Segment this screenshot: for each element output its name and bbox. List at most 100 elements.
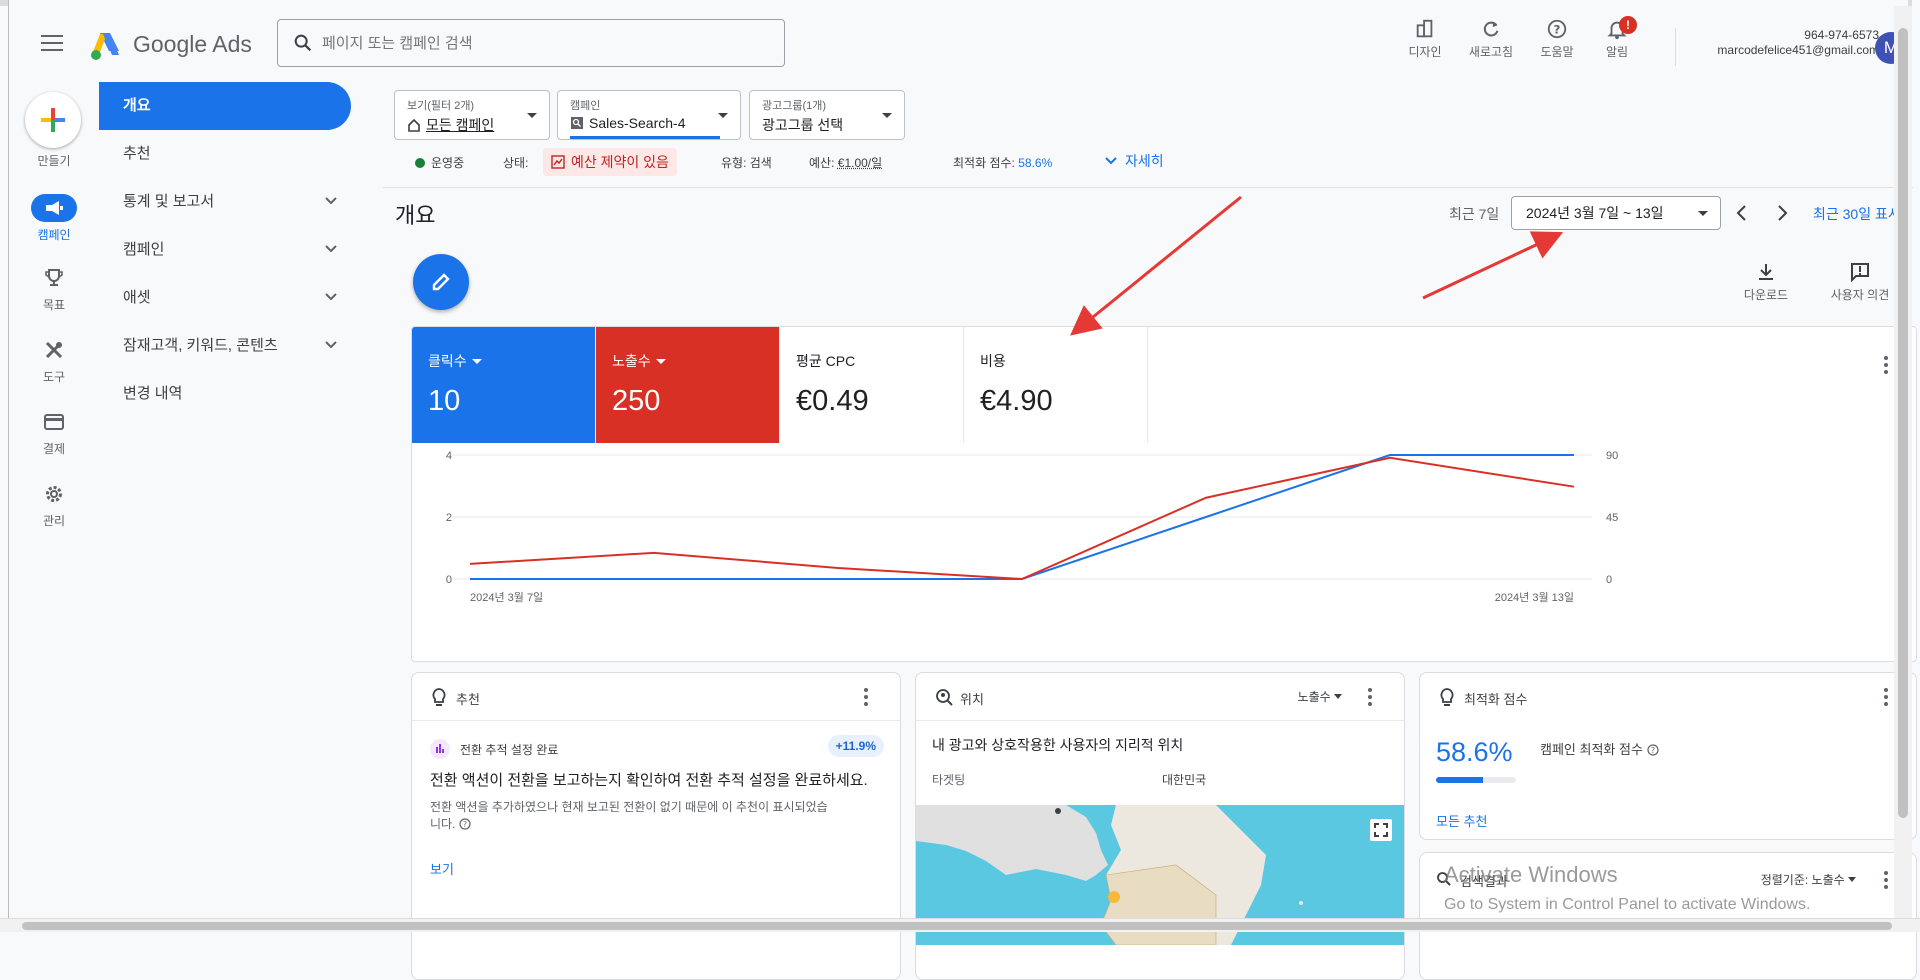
metric-clicks[interactable]: 클릭수 10 <box>412 327 596 443</box>
budget-label: 예산: <box>809 156 835 170</box>
date-range-picker[interactable]: 2024년 3월 7일 ~ 13일 <box>1511 196 1721 230</box>
rail-item-admin[interactable]: 관리 <box>9 480 99 529</box>
sort-label: 정렬기준: 노출수 <box>1760 873 1845 887</box>
feedback-button[interactable]: 사용자 의견 <box>1825 262 1895 303</box>
status-running-label: 운영중 <box>431 156 465 170</box>
svg-text:?: ? <box>463 820 467 829</box>
feedback-icon <box>1851 263 1869 282</box>
optimization-score-bar-fill <box>1436 777 1483 783</box>
nav-item-overview[interactable]: 개요 <box>99 82 351 130</box>
horizontal-scrollbar[interactable] <box>0 918 1920 932</box>
view-filter-value: 모든 캠페인 <box>426 117 495 133</box>
google-ads-app: Google Ads 디자인 새로고침 ? 도움말 알림 ! 964-974-6… <box>8 0 1917 980</box>
nav-item-insights-reports[interactable]: 통계 및 보고서 <box>99 178 351 226</box>
appearance-label: 디자인 <box>1408 45 1442 59</box>
optimization-score-card: 최적화 점수 58.6% 캠페인 최적화 점수 ? 모든 추천 <box>1419 672 1917 840</box>
limited-by-budget-chip[interactable]: 예산 제약이 있음 <box>543 148 677 176</box>
more-vert-icon[interactable] <box>1884 871 1890 892</box>
more-vert-icon[interactable] <box>1884 356 1890 377</box>
chevron-down-icon <box>325 245 337 253</box>
nav-item-recommendations[interactable]: 추천 <box>99 130 351 178</box>
trend-chart-icon <box>551 155 565 169</box>
trophy-icon <box>31 264 77 292</box>
details-link[interactable]: 자세히 <box>1105 151 1164 171</box>
lightbulb-icon <box>1440 688 1454 706</box>
campaign-dropdown[interactable]: 캠페인 Sales-Search-4 <box>557 90 741 140</box>
google-ads-logo-icon <box>91 33 119 60</box>
lightbulb-icon <box>432 688 446 706</box>
fullscreen-icon[interactable] <box>1370 819 1392 841</box>
chevron-right-icon[interactable] <box>1769 200 1795 226</box>
nav-audiences-label: 잠재고객, 키워드, 콘텐츠 <box>123 337 278 354</box>
targeting-label: 타겟팅 <box>932 773 966 787</box>
refresh-label: 새로고침 <box>1468 45 1514 59</box>
adgroup-dropdown[interactable]: 광고그룹(1개) 광고그룹 선택 <box>749 90 905 140</box>
metric-cost[interactable]: 비용 €4.90 <box>964 327 1148 443</box>
metric-impressions[interactable]: 노출수 250 <box>596 327 780 443</box>
more-vert-icon[interactable] <box>1884 688 1890 709</box>
chevron-left-icon[interactable] <box>1729 200 1755 226</box>
budget-info[interactable]: 예산: €1.00/일 <box>809 154 882 171</box>
view-filter-dropdown[interactable]: 보기(필터 2개) 모든 캠페인 <box>394 90 550 140</box>
refresh-button[interactable]: 새로고침 <box>1461 18 1521 60</box>
horizontal-scrollbar-thumb[interactable] <box>22 922 1892 930</box>
rail-item-goals[interactable]: 목표 <box>9 264 99 313</box>
recommendation-description-text: 전환 액션을 추가하였으나 현재 보고된 전환이 없기 때문에 이 추천이 표시… <box>430 800 828 831</box>
chart-y-right-tick-label: 0 <box>1606 574 1612 586</box>
appearance-button[interactable]: 디자인 <box>1395 18 1455 60</box>
chart-y-left-tick-label: 0 <box>446 574 452 586</box>
search-input[interactable] <box>322 30 762 56</box>
help-icon[interactable]: ? <box>1646 744 1659 756</box>
location-metric-dropdown[interactable]: 노출수 <box>1298 688 1342 705</box>
account-info[interactable]: 964-974-6573 marcodefelice451@gmail.com <box>1679 28 1879 58</box>
search-icon <box>294 34 312 52</box>
campaign-label: 캠페인 <box>570 100 601 112</box>
recommendation-card-title: 추천 <box>456 692 480 707</box>
notifications-button[interactable]: 알림 ! <box>1587 16 1647 60</box>
caret-down-icon <box>527 113 537 118</box>
download-button[interactable]: 다운로드 <box>1731 262 1801 303</box>
create-button[interactable] <box>25 92 81 148</box>
sort-dropdown[interactable]: 정렬기준: 노출수 <box>1761 871 1856 888</box>
nav-recommendations-label: 추천 <box>123 145 151 162</box>
state-label: 상태: <box>503 156 529 170</box>
vertical-scrollbar-thumb[interactable] <box>1898 28 1908 818</box>
search-box[interactable] <box>277 19 785 67</box>
campaign-status-bar: 운영중 상태: 예산 제약이 있음 유형: 검색 예산: €1.00/일 최적화… <box>385 148 1909 178</box>
page-nav: 개요 추천 통계 및 보고서 캠페인 애셋 잠재고객, 키워드, 콘텐츠 변경 … <box>99 82 351 418</box>
edit-button[interactable] <box>413 254 469 310</box>
svg-text:?: ? <box>1554 23 1561 37</box>
all-recommendations-link[interactable]: 모든 추천 <box>1436 811 1487 830</box>
more-vert-icon[interactable] <box>1368 688 1374 709</box>
rail-admin-label: 관리 <box>42 514 66 528</box>
nav-item-campaigns[interactable]: 캠페인 <box>99 226 351 274</box>
chart-y-left-tick-label: 2 <box>446 512 452 524</box>
nav-overview-label: 개요 <box>123 97 151 114</box>
nav-item-change-history[interactable]: 변경 내역 <box>99 370 351 418</box>
adgroup-value: 광고그룹 선택 <box>762 117 844 133</box>
chevron-down-icon <box>325 293 337 301</box>
location-card-title: 위치 <box>960 692 984 707</box>
nav-campaigns-label: 캠페인 <box>123 241 165 258</box>
rail-item-billing[interactable]: 결제 <box>9 408 99 457</box>
metric-avg-cpc[interactable]: 평균 CPC €0.49 <box>780 327 964 443</box>
nav-insights-label: 통계 및 보고서 <box>123 193 215 210</box>
plus-icon <box>41 108 65 132</box>
show-last-30-days-link[interactable]: 최근 30일 표시 <box>1813 204 1901 224</box>
chart-x-tick-label: 2024년 3월 13일 <box>1495 590 1574 604</box>
vertical-scrollbar[interactable] <box>1894 6 1912 918</box>
page-title: 개요 <box>395 203 436 228</box>
view-recommendation-link[interactable]: 보기 <box>430 859 454 878</box>
help-icon[interactable]: ? <box>459 818 471 830</box>
account-email: marcodefelice451@gmail.com <box>1717 43 1879 57</box>
rail-goals-label: 목표 <box>42 298 66 312</box>
metric-impressions-label: 노출수 <box>612 353 651 369</box>
nav-item-assets[interactable]: 애셋 <box>99 274 351 322</box>
rail-item-campaigns[interactable]: 캠페인 <box>9 194 99 243</box>
help-button[interactable]: ? 도움말 <box>1527 18 1587 60</box>
main-menu-icon[interactable] <box>41 35 63 53</box>
more-vert-icon[interactable] <box>864 688 870 709</box>
nav-change-history-label: 변경 내역 <box>123 385 183 402</box>
nav-item-audiences[interactable]: 잠재고객, 키워드, 콘텐츠 <box>99 322 351 370</box>
rail-item-tools[interactable]: 도구 <box>9 336 99 385</box>
